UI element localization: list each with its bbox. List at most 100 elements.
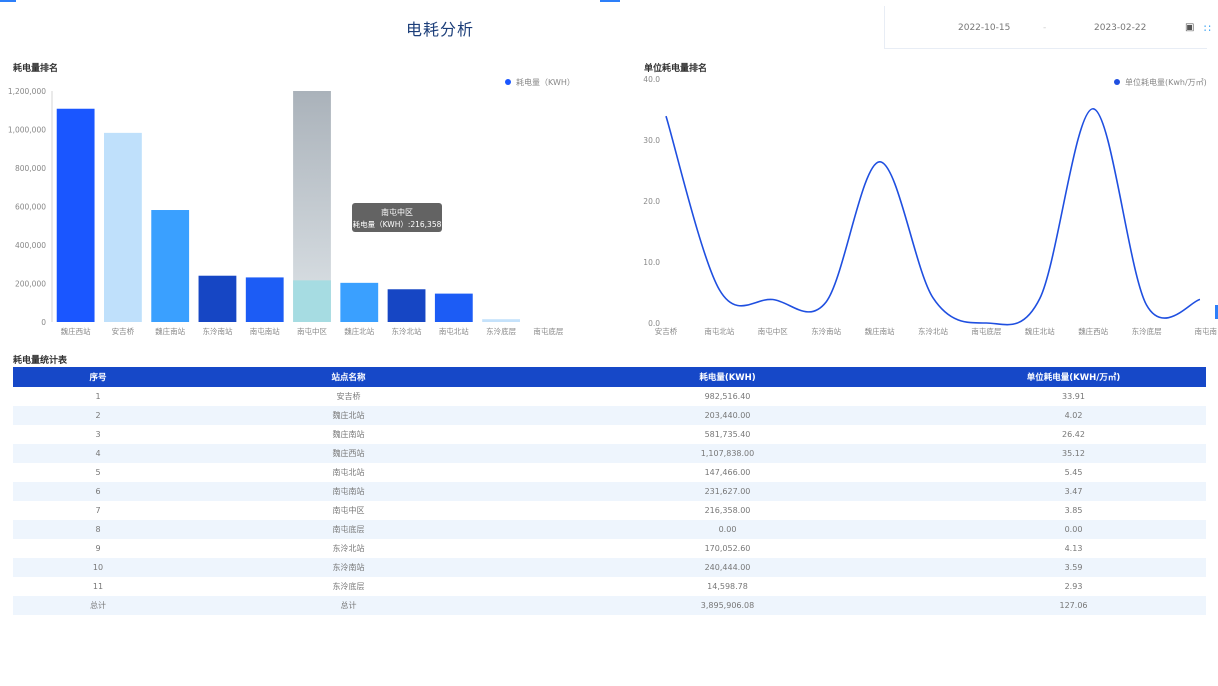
page-title: 电耗分析 xyxy=(405,20,474,39)
table-row[interactable]: 8 南屯底层 0.00 0.00 xyxy=(13,520,1206,539)
line-x-tick-label: 魏庄南站 xyxy=(865,326,895,336)
bar-x-tick-label: 魏庄北站 xyxy=(344,326,374,336)
cell-consumption: 216,358.00 xyxy=(514,501,941,520)
line-y-tick-label: 10.0 xyxy=(643,258,660,267)
cell-unit-consumption: 4.13 xyxy=(941,539,1206,558)
cell-station: 东泠底层 xyxy=(183,577,514,596)
bar-x-tick-label: 南屯南站 xyxy=(250,326,280,336)
bar[interactable] xyxy=(340,282,379,322)
cell-station: 安吉桥 xyxy=(183,387,514,406)
bar-x-tick-label: 魏庄南站 xyxy=(155,326,185,336)
table-row[interactable]: 11 东泠底层 14,598.78 2.93 xyxy=(13,577,1206,596)
line-y-tick-label: 40.0 xyxy=(643,75,660,84)
bar[interactable] xyxy=(151,210,190,322)
bar-x-tick-label: 南屯底层 xyxy=(533,326,563,336)
cell-station: 东泠北站 xyxy=(183,539,514,558)
bar[interactable] xyxy=(104,132,142,322)
cell-consumption: 240,444.00 xyxy=(514,558,941,577)
stats-table: 序号 站点名称 耗电量(KWH) 单位耗电量(KWH/万㎡) 1 安吉桥 982,5… xyxy=(13,367,1206,615)
bar[interactable] xyxy=(245,277,284,322)
table-row[interactable]: 7 南屯中区 216,358.00 3.85 xyxy=(13,501,1206,520)
top-mid-accent xyxy=(600,0,620,2)
bar[interactable] xyxy=(387,289,426,322)
tooltip-title: 南屯中区 xyxy=(381,207,413,217)
bar-y-tick-label: 800,000 xyxy=(15,164,46,173)
cell-index: 8 xyxy=(13,520,183,539)
table-row[interactable]: 10 东泠南站 240,444.00 3.59 xyxy=(13,558,1206,577)
dotted-bracket-icon[interactable]: ∷ xyxy=(1204,22,1211,35)
bar[interactable] xyxy=(293,280,331,322)
cell-consumption: 14,598.78 xyxy=(514,577,941,596)
col-header-station[interactable]: 站点名称 xyxy=(183,367,514,387)
cell-consumption: 982,516.40 xyxy=(514,387,941,406)
bar-y-tick-label: 1,000,000 xyxy=(8,126,46,135)
cell-consumption: 170,052.60 xyxy=(514,539,941,558)
line-x-tick-label: 东泠南站 xyxy=(811,326,841,336)
col-header-consumption[interactable]: 耗电量(KWH) xyxy=(514,367,941,387)
bar-x-tick-label: 安吉桥 xyxy=(112,326,135,336)
cell-unit-consumption: 3.47 xyxy=(941,482,1206,501)
calendar-icon[interactable]: ▣ xyxy=(1185,22,1194,33)
bar-y-tick-label: 400,000 xyxy=(15,241,46,250)
line-x-tick-label: 魏庄北站 xyxy=(1025,326,1055,336)
bar-tooltip: 南屯中区 耗电量（KWH）:216,358 xyxy=(352,203,442,232)
table-row[interactable]: 1 安吉桥 982,516.40 33.91 xyxy=(13,387,1206,406)
bar-y-tick-label: 600,000 xyxy=(15,203,46,212)
top-left-accent xyxy=(0,0,16,2)
table-row[interactable]: 2 魏庄北站 203,440.00 4.02 xyxy=(13,406,1206,425)
cell-index: 3 xyxy=(13,425,183,444)
date-range-picker[interactable]: 2022-10-15 - 2023-02-22 ▣ ∷ xyxy=(884,6,1211,49)
bar-y-tick-label: 200,000 xyxy=(15,280,46,289)
cell-index: 9 xyxy=(13,539,183,558)
cell-unit-consumption: 33.91 xyxy=(941,387,1206,406)
line-x-tick-label: 东泠底层 xyxy=(1132,326,1162,336)
cell-consumption: 3,895,906.08 xyxy=(514,596,941,615)
end-date[interactable]: 2023-02-22 xyxy=(1094,23,1146,33)
bar-x-tick-label: 南屯中区 xyxy=(297,326,327,336)
bar[interactable] xyxy=(56,108,95,322)
col-header-unit-consumption[interactable]: 单位耗电量(KWH/万㎡) xyxy=(941,367,1206,387)
cell-station: 东泠南站 xyxy=(183,558,514,577)
cell-index: 6 xyxy=(13,482,183,501)
bar[interactable] xyxy=(434,293,473,322)
line-legend-marker xyxy=(1114,79,1120,85)
tooltip-value: 耗电量（KWH）:216,358 xyxy=(353,219,442,229)
cell-index: 11 xyxy=(13,577,183,596)
cell-unit-consumption: 3.59 xyxy=(941,558,1206,577)
cell-index: 10 xyxy=(13,558,183,577)
table-row[interactable]: 总计 总计 3,895,906.08 127.06 xyxy=(13,596,1206,615)
col-header-index[interactable]: 序号 xyxy=(13,367,183,387)
table-row[interactable]: 9 东泠北站 170,052.60 4.13 xyxy=(13,539,1206,558)
bar-y-tick-label: 1,200,000 xyxy=(8,87,46,96)
bar[interactable] xyxy=(482,319,520,322)
cell-station: 魏庄西站 xyxy=(183,444,514,463)
bar-x-tick-label: 南屯北站 xyxy=(439,326,469,336)
cell-index: 2 xyxy=(13,406,183,425)
date-separator: - xyxy=(1043,23,1047,33)
table-row[interactable]: 6 南屯南站 231,627.00 3.47 xyxy=(13,482,1206,501)
line-x-tick-label: 南屯南 xyxy=(1195,326,1218,336)
cell-station: 南屯北站 xyxy=(183,463,514,482)
table-row[interactable]: 5 南屯北站 147,466.00 5.45 xyxy=(13,463,1206,482)
cell-consumption: 231,627.00 xyxy=(514,482,941,501)
bar[interactable] xyxy=(198,275,237,322)
cell-station: 总计 xyxy=(183,596,514,615)
cell-consumption: 1,107,838.00 xyxy=(514,444,941,463)
line-x-tick-label: 南屯北站 xyxy=(704,326,734,336)
table-row[interactable]: 3 魏庄南站 581,735.40 26.42 xyxy=(13,425,1206,444)
start-date[interactable]: 2022-10-15 xyxy=(958,23,1010,33)
line-x-tick-label: 东泠北站 xyxy=(918,326,948,336)
bar-x-tick-label: 东泠南站 xyxy=(202,326,232,336)
cell-unit-consumption: 26.42 xyxy=(941,425,1206,444)
cell-unit-consumption: 5.45 xyxy=(941,463,1206,482)
cell-unit-consumption: 4.02 xyxy=(941,406,1206,425)
table-row[interactable]: 4 魏庄西站 1,107,838.00 35.12 xyxy=(13,444,1206,463)
cell-consumption: 203,440.00 xyxy=(514,406,941,425)
cell-consumption: 581,735.40 xyxy=(514,425,941,444)
cell-index: 5 xyxy=(13,463,183,482)
cell-consumption: 147,466.00 xyxy=(514,463,941,482)
cell-unit-consumption: 0.00 xyxy=(941,520,1206,539)
cell-consumption: 0.00 xyxy=(514,520,941,539)
line-chart[interactable]: 0.010.020.030.040.0 安吉桥 南屯北站 南屯中区 东泠南站 魏庄南站东… xyxy=(620,68,1218,348)
bar-chart[interactable]: 0 200,000 400,000 600,000 800,000 1,000,000 1,… xyxy=(0,68,600,348)
